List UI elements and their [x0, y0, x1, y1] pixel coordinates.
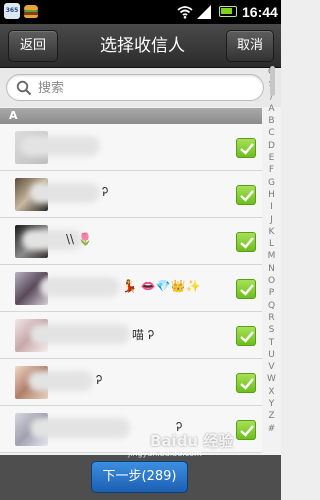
index-letter[interactable]: H [262, 189, 281, 201]
contact-text: 💃 👄💎👑✨ [122, 279, 201, 293]
contact-row[interactable]: 💃 👄💎👑✨ [0, 265, 262, 312]
blurred-name [40, 277, 120, 297]
index-letter[interactable]: U [262, 349, 281, 361]
search-icon [16, 80, 32, 96]
next-step-button[interactable]: 下一步(289) [91, 461, 188, 493]
contact-row[interactable]: Ꭾ [0, 171, 262, 218]
contact-row[interactable]: 喵 Ꭾ [0, 312, 262, 359]
index-letter[interactable]: Z [262, 410, 281, 422]
index-letter[interactable]: A [262, 103, 281, 115]
contact-checkbox[interactable] [236, 373, 256, 393]
blurred-name [30, 418, 130, 438]
index-letter[interactable]: I [262, 201, 281, 213]
contact-checkbox[interactable] [236, 185, 256, 205]
blurred-name [30, 183, 100, 203]
contact-row[interactable]: \\ 🌷 [0, 218, 262, 265]
index-letter[interactable]: C [262, 127, 281, 139]
index-letter[interactable]: S [262, 324, 281, 336]
status-bar: 365 16:44 [0, 0, 281, 24]
wifi-icon [177, 6, 193, 19]
contact-checkbox[interactable] [236, 232, 256, 252]
index-letter[interactable]: V [262, 361, 281, 373]
index-letter[interactable]: G [262, 177, 281, 189]
back-button[interactable]: 返回 [8, 30, 58, 62]
contact-row[interactable]: Ꭾ [0, 359, 262, 406]
page-title: 选择收信人 [100, 36, 185, 56]
baidu-watermark-url: jingyan.baidu.com [128, 449, 202, 458]
search-input[interactable] [38, 78, 238, 98]
title-bar: 返回 选择收信人 取消 [0, 24, 281, 68]
signal-icon [197, 5, 211, 19]
index-letter[interactable]: M [262, 250, 281, 262]
alphabet-index-bar[interactable]: Q $ / A B C D E F G H I J K L M N O P Q … [262, 66, 281, 466]
blurred-name [20, 136, 100, 156]
index-letter[interactable]: R [262, 312, 281, 324]
contact-checkbox[interactable] [236, 138, 256, 158]
blurred-name [28, 371, 93, 391]
index-letter[interactable]: P [262, 287, 281, 299]
index-letter[interactable]: W [262, 373, 281, 385]
search-box[interactable] [6, 74, 264, 101]
index-letter[interactable]: # [262, 423, 281, 435]
contact-checkbox[interactable] [236, 326, 256, 346]
index-letter[interactable]: D [262, 140, 281, 152]
index-letter[interactable]: Q [262, 300, 281, 312]
cancel-button[interactable]: 取消 [226, 30, 274, 62]
calendar-app-icon: 365 [4, 3, 20, 19]
contact-text: Ꭾ [102, 185, 109, 199]
status-time: 16:44 [242, 4, 278, 20]
index-letter[interactable]: L [262, 238, 281, 250]
contact-checkbox[interactable] [236, 420, 256, 440]
bottom-action-bar: 下一步(289) [0, 455, 281, 500]
index-letter[interactable]: X [262, 386, 281, 398]
index-letter[interactable]: O [262, 275, 281, 287]
contact-text: Ꭾ [96, 373, 103, 387]
index-letter[interactable]: Y [262, 398, 281, 410]
search-bar [0, 68, 281, 107]
index-scroll-thumb[interactable] [270, 66, 275, 96]
app-screen: 365 16:44 返回 选择收信人 取消 搜索 A Ꭾ \\ 🌷 💃 👄💎👑✨… [0, 0, 281, 500]
index-letter[interactable]: E [262, 152, 281, 164]
index-letter[interactable]: N [262, 263, 281, 275]
index-letter[interactable]: T [262, 337, 281, 349]
section-header-a: A [0, 108, 262, 124]
contact-row[interactable] [0, 124, 262, 171]
battery-icon [219, 6, 237, 17]
contact-text: \\ 🌷 [66, 232, 93, 246]
index-letter[interactable]: K [262, 226, 281, 238]
index-letter[interactable]: B [262, 115, 281, 127]
contact-text: 喵 Ꭾ [132, 328, 154, 342]
blurred-name [30, 324, 130, 344]
baidu-watermark: Baidu 经验 [150, 432, 234, 450]
index-letter[interactable]: F [262, 164, 281, 176]
burger-app-icon [23, 3, 39, 19]
contact-checkbox[interactable] [236, 279, 256, 299]
index-letter[interactable]: J [262, 214, 281, 226]
